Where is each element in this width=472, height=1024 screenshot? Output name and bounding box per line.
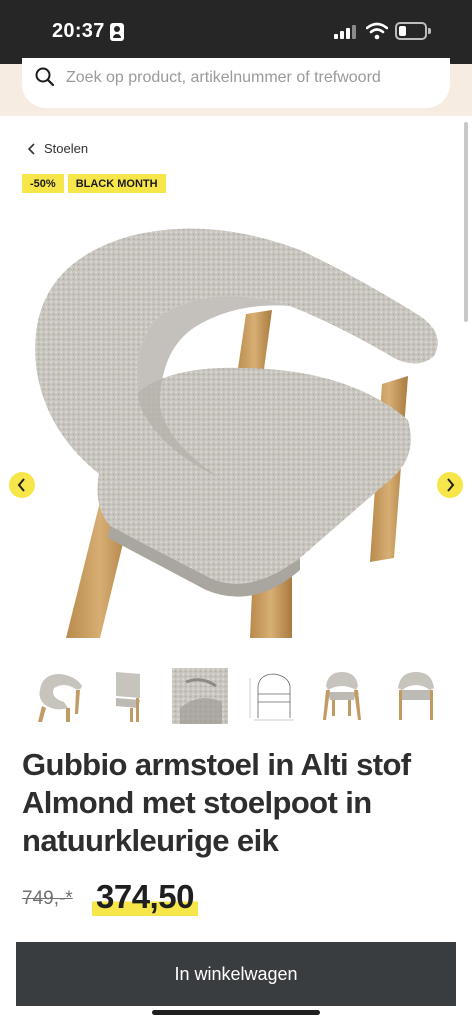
promo-badges: -50% BLACK MONTH [22,174,166,193]
thumbnail-image[interactable] [244,668,300,724]
cellular-signal-icon [334,25,356,39]
thumbnail-strip [0,668,472,728]
status-time: 20:37 [52,20,105,42]
chevron-right-icon [447,478,455,492]
breadcrumb-label: Stoelen [44,141,89,156]
chevron-left-icon [27,142,35,155]
status-bar: 20:37 [0,0,472,64]
wifi-icon [366,22,388,40]
search-input[interactable] [66,66,436,90]
thumbnail-image[interactable] [30,668,86,724]
campaign-badge: BLACK MONTH [67,174,166,193]
image-prev-button[interactable] [9,472,35,498]
chevron-left-icon [17,478,25,492]
thumbnail-image[interactable] [98,668,154,724]
sale-price: 374,50 [92,878,198,916]
home-indicator[interactable] [152,1010,320,1015]
battery-icon [395,22,431,40]
thumbnail-image[interactable] [172,668,228,724]
thumbnail-image[interactable] [388,668,444,724]
search-header [0,58,472,116]
add-to-cart-button[interactable]: In winkelwagen [16,942,456,1006]
old-price: 749,-* [22,888,73,909]
product-main-image[interactable] [0,206,472,644]
image-next-button[interactable] [437,472,463,498]
discount-badge: -50% [22,174,64,193]
search-bar[interactable] [22,58,450,108]
thumbnail-image[interactable] [314,668,370,724]
person-badge-icon [110,23,124,41]
breadcrumb-back-link[interactable]: Stoelen [26,141,88,156]
product-title: Gubbio armstoel in Alti stof Almond met … [22,747,411,858]
search-icon[interactable] [34,66,56,88]
